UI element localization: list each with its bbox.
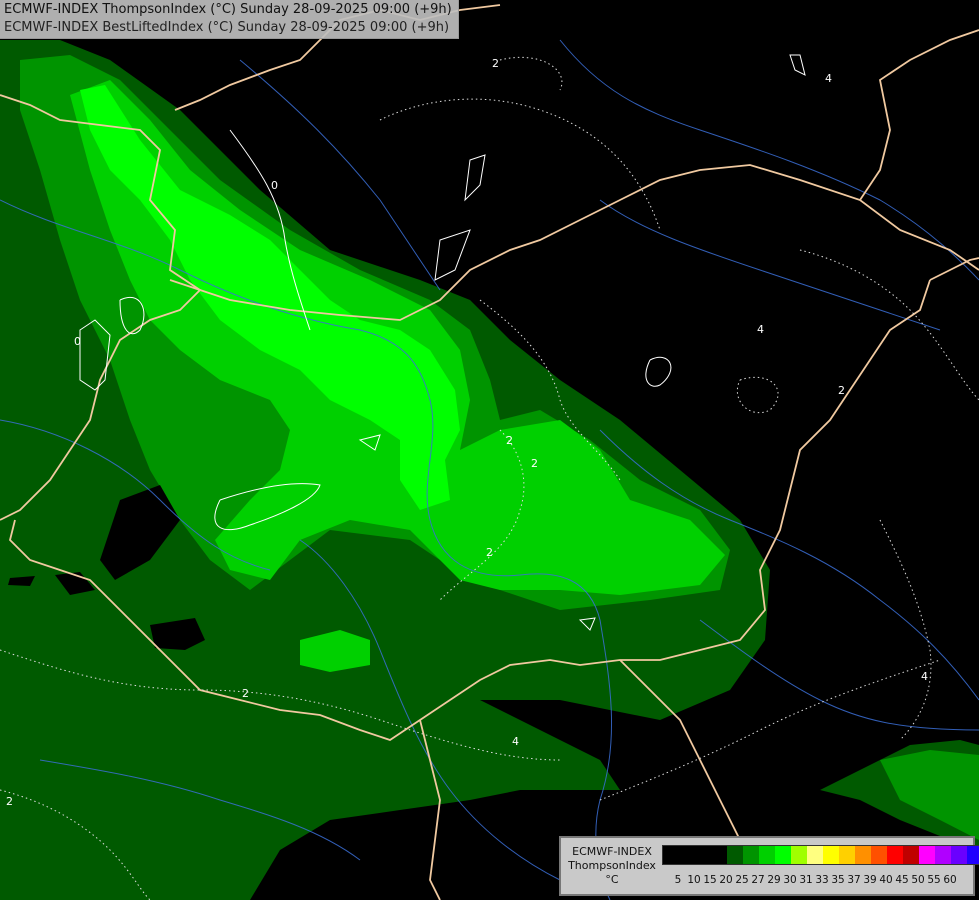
legend-tick-label: 30 <box>783 874 797 886</box>
contour-label: 2 <box>242 687 249 700</box>
contour-label: 2 <box>531 457 538 470</box>
contour-label: 2 <box>838 384 845 397</box>
legend-tick-label: 50 <box>911 874 925 886</box>
legend-swatch <box>855 846 871 864</box>
legend-tick-label: 27 <box>751 874 765 886</box>
legend-unit: °C <box>605 873 619 886</box>
legend-swatch <box>887 846 903 864</box>
legend-tick-label: 31 <box>799 874 813 886</box>
legend-swatch <box>743 846 759 864</box>
legend-swatch <box>967 846 979 864</box>
legend-tick-label: 45 <box>895 874 909 886</box>
contour-label: 4 <box>757 323 764 336</box>
legend-swatch <box>711 846 727 864</box>
legend-tick-label: 33 <box>815 874 829 886</box>
legend-swatch <box>727 846 743 864</box>
legend-tick-label: 5 <box>674 874 682 886</box>
contour-label: 4 <box>921 670 928 683</box>
legend-swatch <box>839 846 855 864</box>
legend-swatch <box>663 846 679 864</box>
legend-tick-labels: 5 10 15 20 25 27 29 30 31 33 35 37 39 40 45 50 55 60 <box>662 874 974 888</box>
contour-label: 4 <box>512 735 519 748</box>
contour-label: 2 <box>492 57 499 70</box>
legend-swatches <box>662 845 979 865</box>
legend-tick-label: 37 <box>847 874 861 886</box>
legend-swatch <box>823 846 839 864</box>
legend-tick-label: 35 <box>831 874 845 886</box>
legend-swatch <box>919 846 935 864</box>
legend-model: ECMWF-INDEX <box>572 845 652 858</box>
legend-swatch <box>679 846 695 864</box>
map-title: ECMWF-INDEX ThompsonIndex (°C) Sunday 28… <box>4 2 452 17</box>
legend-variable: ThompsonIndex <box>568 859 656 872</box>
contour-label: 4 <box>825 72 832 85</box>
legend-swatch <box>775 846 791 864</box>
legend-swatch <box>871 846 887 864</box>
legend-tick-label: 15 <box>703 874 717 886</box>
legend-swatch <box>951 846 967 864</box>
legend-tick-label: 39 <box>863 874 877 886</box>
legend-swatch <box>759 846 775 864</box>
color-legend: ECMWF-INDEX ThompsonIndex °C 5 10 15 20 25 27… <box>559 836 979 896</box>
legend-swatch <box>791 846 807 864</box>
legend-swatch <box>695 846 711 864</box>
contour-label: 2 <box>486 546 493 559</box>
legend-tick-label: 60 <box>943 874 957 886</box>
legend-swatch <box>807 846 823 864</box>
map-title-box: ECMWF-INDEX ThompsonIndex (°C) Sunday 28… <box>0 0 459 39</box>
legend-tick-label: 29 <box>767 874 781 886</box>
legend-swatch <box>903 846 919 864</box>
legend-tick-label: 25 <box>735 874 749 886</box>
contour-label: 2 <box>6 795 13 808</box>
legend-title: ECMWF-INDEX ThompsonIndex °C <box>563 845 661 887</box>
contour-label: 0 <box>271 179 278 192</box>
legend-tick-label: 10 <box>687 874 701 886</box>
map-subtitle: ECMWF-INDEX BestLiftedIndex (°C) Sunday … <box>4 20 450 35</box>
legend-tick-label: 55 <box>927 874 941 886</box>
legend-tick-label: 40 <box>879 874 893 886</box>
contour-label: 2 <box>506 434 513 447</box>
contour-label: 0 <box>74 335 81 348</box>
legend-tick-label: 20 <box>719 874 733 886</box>
weather-map: 2 0 0 2 2 2 2 4 4 4 2 4 2 <box>0 0 979 900</box>
legend-swatch <box>935 846 951 864</box>
